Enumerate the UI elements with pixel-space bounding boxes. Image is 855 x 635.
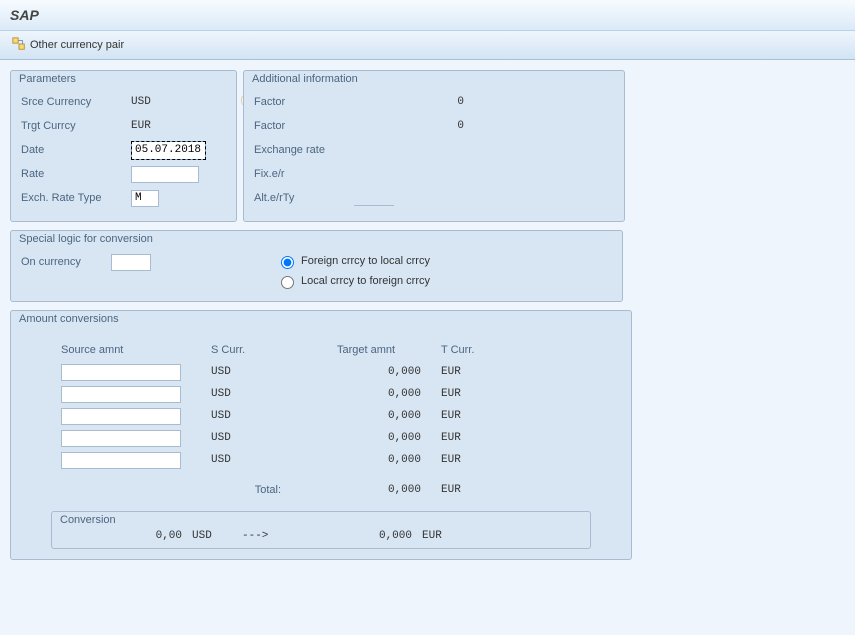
total-label: Total: bbox=[211, 484, 291, 496]
exch-rate-type-label: Exch. Rate Type bbox=[21, 192, 131, 204]
source-amnt-input[interactable] bbox=[61, 430, 181, 447]
srce-currency-value: USD bbox=[131, 96, 151, 108]
amount-conversions-group: Amount conversions Source amnt S Curr. T… bbox=[10, 310, 632, 560]
t-curr-value: EUR bbox=[441, 454, 511, 466]
parameters-group: Parameters Srce Currency USD Trgt Currcy… bbox=[10, 70, 237, 222]
s-curr-value: USD bbox=[211, 454, 291, 466]
conversion-group: Conversion 0,00 USD ---> 0,000 EUR bbox=[51, 511, 591, 549]
exchange-rate-label: Exchange rate bbox=[254, 144, 354, 156]
total-row: Total: 0,000 EUR bbox=[21, 479, 621, 501]
s-curr-value: USD bbox=[211, 432, 291, 444]
source-amnt-input[interactable] bbox=[61, 364, 181, 381]
s-curr-value: USD bbox=[211, 388, 291, 400]
source-amnt-input[interactable] bbox=[61, 386, 181, 403]
amount-row: USD0,000EUR bbox=[21, 405, 621, 427]
foreign-to-local-radio[interactable] bbox=[281, 256, 294, 269]
target-amnt-value: 0,000 bbox=[291, 432, 441, 444]
additional-info-legend: Additional information bbox=[252, 73, 358, 85]
col-s-curr: S Curr. bbox=[211, 344, 291, 356]
foreign-to-local-label: Foreign crrcy to local crrcy bbox=[301, 255, 430, 267]
on-currency-label: On currency bbox=[21, 256, 111, 268]
col-source-amnt: Source amnt bbox=[61, 344, 211, 356]
target-amnt-value: 0,000 bbox=[291, 410, 441, 422]
conversion-src-value: 0,00 bbox=[62, 530, 192, 542]
rate-input[interactable] bbox=[131, 166, 199, 183]
s-curr-value: USD bbox=[211, 366, 291, 378]
amount-table-header: Source amnt S Curr. Target amnt T Curr. bbox=[21, 339, 621, 361]
amount-row: USD0,000EUR bbox=[21, 449, 621, 471]
local-to-foreign-radio[interactable] bbox=[281, 276, 294, 289]
t-curr-value: EUR bbox=[441, 388, 511, 400]
t-curr-value: EUR bbox=[441, 410, 511, 422]
toolbar: Other currency pair bbox=[0, 31, 855, 60]
factor2-value: 0 bbox=[354, 120, 464, 132]
factor1-value: 0 bbox=[354, 96, 464, 108]
content-area: © www.tutorialkart.com Parameters Srce C… bbox=[0, 60, 855, 635]
source-amnt-input[interactable] bbox=[61, 452, 181, 469]
t-curr-value: EUR bbox=[441, 432, 511, 444]
s-curr-value: USD bbox=[211, 410, 291, 422]
local-to-foreign-label: Local crrcy to foreign crrcy bbox=[301, 275, 430, 287]
factor1-label: Factor bbox=[254, 96, 354, 108]
col-target-amnt: Target amnt bbox=[291, 344, 441, 356]
other-currency-pair-button[interactable]: Other currency pair bbox=[8, 35, 128, 56]
page-title: SAP bbox=[10, 7, 39, 23]
alt-er-ty-label: Alt.e/rTy bbox=[254, 192, 354, 204]
trgt-currcy-value: EUR bbox=[131, 120, 151, 132]
srce-currency-label: Srce Currency bbox=[21, 96, 131, 108]
other-currency-pair-label: Other currency pair bbox=[30, 39, 124, 51]
date-label: Date bbox=[21, 144, 131, 156]
target-amnt-value: 0,000 bbox=[291, 366, 441, 378]
alt-er-ty-value bbox=[354, 191, 394, 206]
special-logic-group: Special logic for conversion On currency… bbox=[10, 230, 623, 302]
title-bar: SAP bbox=[0, 0, 855, 31]
source-amnt-input[interactable] bbox=[61, 408, 181, 425]
factor2-label: Factor bbox=[254, 120, 354, 132]
exch-rate-type-input[interactable] bbox=[131, 190, 159, 207]
conversion-tgt-value: 0,000 bbox=[302, 530, 422, 542]
amount-row: USD0,000EUR bbox=[21, 427, 621, 449]
conversion-arrow: ---> bbox=[242, 530, 302, 542]
trgt-currcy-label: Trgt Currcy bbox=[21, 120, 131, 132]
col-t-curr: T Curr. bbox=[441, 344, 511, 356]
t-curr-value: EUR bbox=[441, 366, 511, 378]
parameters-legend: Parameters bbox=[19, 73, 76, 85]
amount-row: USD0,000EUR bbox=[21, 361, 621, 383]
additional-info-group: Additional information Factor 0 Factor 0… bbox=[243, 70, 625, 222]
total-value: 0,000 bbox=[291, 484, 441, 496]
amount-conversions-legend: Amount conversions bbox=[19, 313, 119, 325]
special-logic-legend: Special logic for conversion bbox=[19, 233, 153, 245]
conversion-tgt-curr: EUR bbox=[422, 530, 482, 542]
target-amnt-value: 0,000 bbox=[291, 388, 441, 400]
date-input[interactable] bbox=[131, 141, 206, 160]
on-currency-input[interactable] bbox=[111, 254, 151, 271]
conversion-legend: Conversion bbox=[60, 514, 116, 526]
target-amnt-value: 0,000 bbox=[291, 454, 441, 466]
rate-label: Rate bbox=[21, 168, 131, 180]
fix-er-label: Fix.e/r bbox=[254, 168, 354, 180]
amount-row: USD0,000EUR bbox=[21, 383, 621, 405]
conversion-src-curr: USD bbox=[192, 530, 242, 542]
total-curr: EUR bbox=[441, 484, 511, 496]
currency-pair-icon bbox=[12, 37, 26, 54]
